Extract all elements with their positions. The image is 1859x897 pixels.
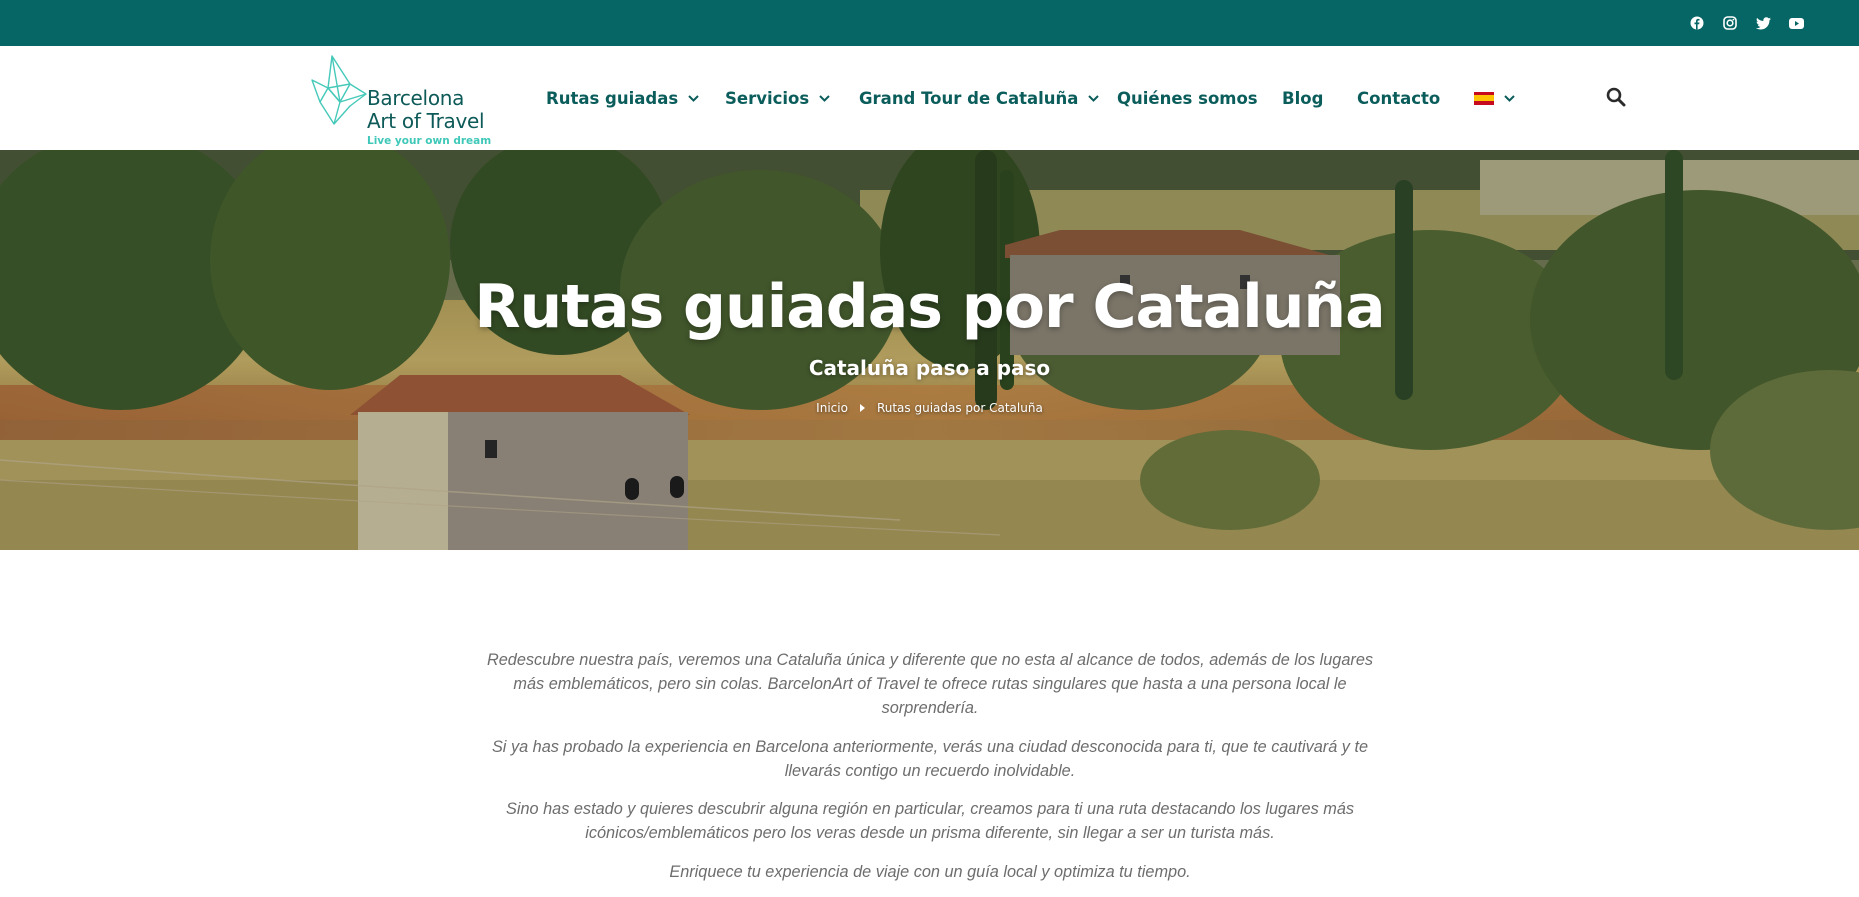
intro-paragraph: Redescubre nuestra país, veremos una Cat… xyxy=(486,651,1374,717)
caret-right-icon xyxy=(859,404,865,412)
instagram-icon[interactable] xyxy=(1719,12,1741,34)
nav-grand-tour[interactable]: Grand Tour de Cataluña xyxy=(859,86,1100,110)
chevron-down-icon xyxy=(819,94,830,102)
hero-overlay xyxy=(0,150,1859,550)
nav-quienes-somos[interactable]: Quiénes somos xyxy=(1117,86,1258,110)
nav-label: Rutas guiadas xyxy=(546,88,679,108)
breadcrumb-home-link[interactable]: Inicio xyxy=(816,401,848,415)
logo-text-art-of-travel: Art of Travel xyxy=(367,109,485,133)
nav-label: Grand Tour de Cataluña xyxy=(859,88,1079,108)
site-header: Barcelona Art of Travel Live your own dr… xyxy=(0,46,1859,150)
site-logo[interactable]: Barcelona Art of Travel Live your own dr… xyxy=(310,54,492,147)
logo-text-barcelona: Barcelona xyxy=(367,86,465,110)
breadcrumb-current: Rutas guiadas por Cataluña xyxy=(876,401,1043,415)
facebook-icon[interactable] xyxy=(1686,12,1708,34)
page-title: Rutas guiadas por Cataluña xyxy=(474,272,1385,342)
nav-label: Blog xyxy=(1282,88,1324,108)
spain-flag-icon xyxy=(1474,91,1494,105)
breadcrumb: Inicio Rutas guiadas por Cataluña xyxy=(0,401,1859,415)
nav-label: Servicios xyxy=(725,88,810,108)
intro-paragraph: Enriquece tu experiencia de viaje con un… xyxy=(669,862,1191,881)
intro-paragraph: Si ya has probado la experiencia en Barc… xyxy=(491,737,1369,780)
nav-blog[interactable]: Blog xyxy=(1282,86,1323,110)
top-social-bar xyxy=(0,0,1859,46)
search-icon[interactable] xyxy=(1606,87,1628,109)
twitter-icon[interactable] xyxy=(1752,12,1774,34)
youtube-icon[interactable] xyxy=(1785,12,1807,34)
nav-contacto[interactable]: Contacto xyxy=(1357,86,1440,110)
chevron-down-icon xyxy=(1504,94,1515,102)
chevron-down-icon xyxy=(1088,94,1100,102)
nav-label: Quiénes somos xyxy=(1117,88,1258,108)
nav-rutas-guiadas[interactable]: Rutas guiadas xyxy=(546,86,699,110)
logo-tagline: Live your own dream xyxy=(367,135,492,147)
chevron-down-icon xyxy=(688,94,699,102)
page-subtitle: Cataluña paso a paso xyxy=(808,356,1051,380)
language-switcher[interactable] xyxy=(1474,86,1515,110)
nav-servicios[interactable]: Servicios xyxy=(725,86,830,110)
nav-label: Contacto xyxy=(1357,88,1441,108)
intro-text: Redescubre nuestra país, veremos una Cat… xyxy=(470,648,1390,897)
intro-paragraph: Sino has estado y quieres descubrir algu… xyxy=(505,800,1355,842)
hero-banner: Rutas guiadas por Cataluña Cataluña paso… xyxy=(0,150,1859,550)
origami-bird-icon xyxy=(311,55,367,125)
